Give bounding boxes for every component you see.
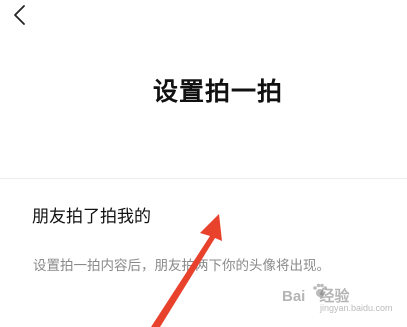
watermark-domain: jingyan.baidu.com bbox=[320, 303, 393, 313]
annotation-arrow-icon bbox=[151, 214, 222, 327]
screen: 设置拍一拍 朋友拍了拍我的 设置拍一拍内容后，朋友拍两下你的头像将出现。 Bai… bbox=[0, 0, 407, 327]
watermark: Bai 经验 jingyan.baidu.com bbox=[276, 281, 404, 317]
